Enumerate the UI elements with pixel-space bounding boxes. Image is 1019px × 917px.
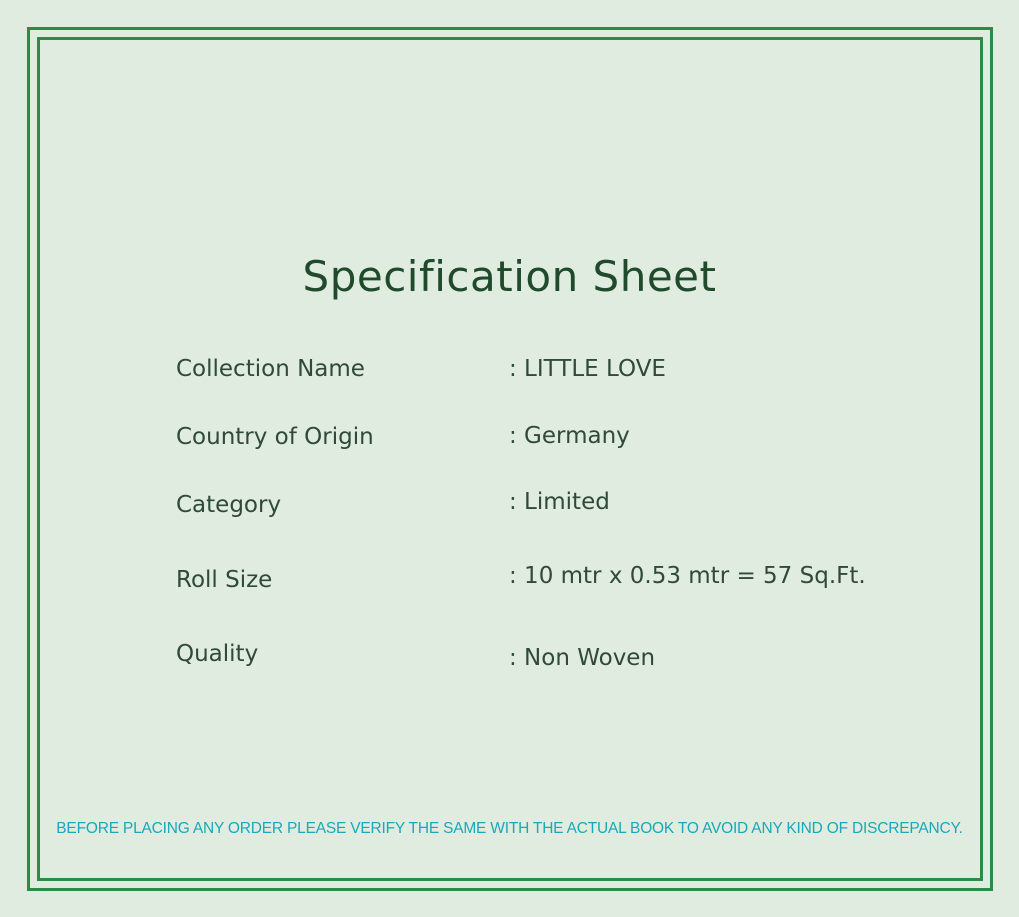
inner-border: [37, 37, 983, 881]
spec-label-country-of-origin: Country of Origin: [176, 424, 374, 450]
disclaimer-note: BEFORE PLACING ANY ORDER PLEASE VERIFY T…: [56, 820, 963, 837]
spec-value-country-of-origin: : Germany: [509, 423, 630, 449]
spec-label-category: Category: [176, 492, 282, 518]
spec-value-collection-name: : LITTLE LOVE: [509, 356, 666, 382]
spec-value-roll-size: : 10 mtr x 0.53 mtr = 57 Sq.Ft.: [509, 563, 866, 589]
page-title: Specification Sheet: [302, 252, 717, 301]
spec-label-roll-size: Roll Size: [176, 567, 273, 593]
spec-value-category: : Limited: [509, 489, 610, 515]
spec-label-quality: Quality: [176, 641, 259, 667]
spec-label-collection-name: Collection Name: [176, 356, 365, 382]
spec-value-quality: : Non Woven: [509, 645, 656, 671]
